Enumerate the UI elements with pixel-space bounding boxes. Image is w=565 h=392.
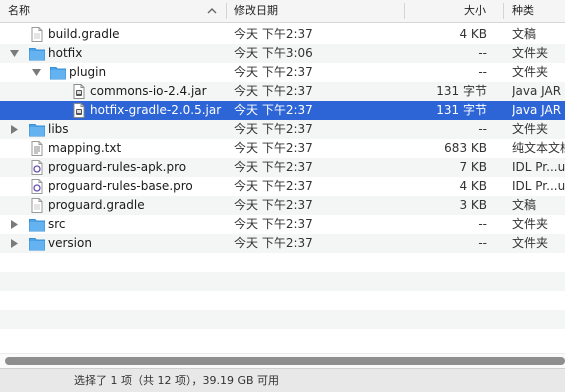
jar-file-icon [73,103,85,118]
disclosure-collapsed-icon[interactable] [10,220,19,229]
modified-date: 今天 下午2:37 [234,160,313,174]
disclosure-collapsed-icon[interactable] [10,239,19,248]
status-text: 选择了 1 项（共 12 项），39.19 GB 可用 [74,374,280,387]
pro-file-icon [31,179,43,194]
column-divider[interactable] [404,3,405,19]
modified-date: 今天 下午2:37 [234,179,313,193]
file-kind: 文稿 [512,198,537,212]
folder-icon [29,219,45,232]
file-kind: Java JAR [512,84,562,98]
folder-row-hotfix[interactable]: hotfix 今天 下午3:06 -- 文件夹 [0,44,565,63]
file-name: version [48,236,92,250]
file-kind: 纯文本文档 [512,141,565,155]
file-kind: 文稿 [512,27,537,41]
empty-row [0,329,565,348]
column-header-size[interactable]: 大小 [460,0,486,22]
file-row-proguard-rules-apk[interactable]: proguard-rules-apk.pro 今天 下午2:37 7 KB ID… [0,158,565,177]
file-row-hotfix-gradle-jar[interactable]: hotfix-gradle-2.0.5.jar 今天 下午2:37 131 字节… [0,101,565,120]
file-kind: 文件夹 [512,65,549,79]
folder-icon [50,67,66,80]
file-icon [31,198,43,213]
file-name: commons-io-2.4.jar [90,84,207,98]
file-kind: 文件夹 [512,217,549,231]
file-name: hotfix-gradle-2.0.5.jar [90,103,222,117]
file-icon [31,27,43,42]
file-kind: IDL Pr...ure [512,179,565,193]
file-row-build-gradle[interactable]: build.gradle 今天 下午2:37 4 KB 文稿 [0,25,565,44]
column-divider[interactable] [226,3,227,19]
file-size: -- [478,46,487,60]
file-kind: 文件夹 [512,122,549,136]
file-name: proguard-rules-base.pro [48,179,193,193]
column-header-kind[interactable]: 种类 [512,0,534,22]
file-size: -- [478,122,487,136]
modified-date: 今天 下午2:37 [234,27,313,41]
disclosure-expanded-icon[interactable] [10,49,19,58]
folder-icon [29,124,45,137]
jar-file-icon [73,84,85,99]
column-header-bar: 名称 修改日期 大小 种类 [0,0,565,23]
folder-row-libs[interactable]: libs 今天 下午2:37 -- 文件夹 [0,120,565,139]
file-size: 4 KB [459,179,487,193]
folder-row-plugin[interactable]: plugin 今天 下午2:37 -- 文件夹 [0,63,565,82]
disclosure-expanded-icon[interactable] [32,68,41,77]
modified-date: 今天 下午2:37 [234,217,313,231]
column-divider[interactable] [503,3,504,19]
status-bar: 选择了 1 项（共 12 项），39.19 GB 可用 [0,368,565,392]
modified-date: 今天 下午2:37 [234,65,313,79]
file-size: 683 KB [444,141,487,155]
file-name: plugin [69,65,107,79]
file-size: 7 KB [459,160,487,174]
file-name: libs [48,122,69,136]
file-name: hotfix [48,46,83,60]
folder-icon [29,48,45,61]
folder-icon [29,238,45,251]
file-size: 131 字节 [436,103,487,117]
modified-date: 今天 下午2:37 [234,198,313,212]
file-size: -- [478,65,487,79]
empty-row [0,253,565,272]
modified-date: 今天 下午2:37 [234,122,313,136]
file-kind: IDL Pr...ure [512,160,565,174]
pro-file-icon [31,160,43,175]
modified-date: 今天 下午2:37 [234,103,313,117]
file-row-mapping-txt[interactable]: mapping.txt 今天 下午2:37 683 KB 纯文本文档 [0,139,565,158]
file-name: mapping.txt [48,141,122,155]
modified-date: 今天 下午2:37 [234,236,313,250]
file-size: -- [478,217,487,231]
file-name: src [48,217,66,231]
file-size: 3 KB [459,198,487,212]
column-header-name[interactable]: 名称 [8,0,30,22]
file-size: 4 KB [459,27,487,41]
file-name: build.gradle [48,27,120,41]
disclosure-collapsed-icon[interactable] [10,125,19,134]
file-name: proguard-rules-apk.pro [48,160,187,174]
file-row-commons-io[interactable]: commons-io-2.4.jar 今天 下午2:37 131 字节 Java… [0,82,565,101]
file-kind: Java JAR [512,103,562,117]
scrollbar-thumb[interactable] [5,357,565,365]
modified-date: 今天 下午3:06 [234,46,313,60]
text-file-icon [31,141,43,156]
sort-ascending-icon[interactable] [206,5,218,17]
file-kind: 文件夹 [512,236,549,250]
file-kind: 文件夹 [512,46,549,60]
folder-row-src[interactable]: src 今天 下午2:37 -- 文件夹 [0,215,565,234]
horizontal-scrollbar[interactable] [0,353,565,368]
empty-row [0,291,565,310]
file-size: 131 字节 [436,84,487,98]
file-size: -- [478,236,487,250]
file-name: proguard.gradle [48,198,145,212]
file-list: build.gradle 今天 下午2:37 4 KB 文稿 hotfix 今天… [0,23,565,353]
empty-row [0,272,565,291]
file-row-proguard-rules-base[interactable]: proguard-rules-base.pro 今天 下午2:37 4 KB I… [0,177,565,196]
modified-date: 今天 下午2:37 [234,84,313,98]
modified-date: 今天 下午2:37 [234,141,313,155]
column-header-date[interactable]: 修改日期 [234,0,278,22]
file-row-proguard-gradle[interactable]: proguard.gradle 今天 下午2:37 3 KB 文稿 [0,196,565,215]
folder-row-version[interactable]: version 今天 下午2:37 -- 文件夹 [0,234,565,253]
empty-row [0,310,565,329]
